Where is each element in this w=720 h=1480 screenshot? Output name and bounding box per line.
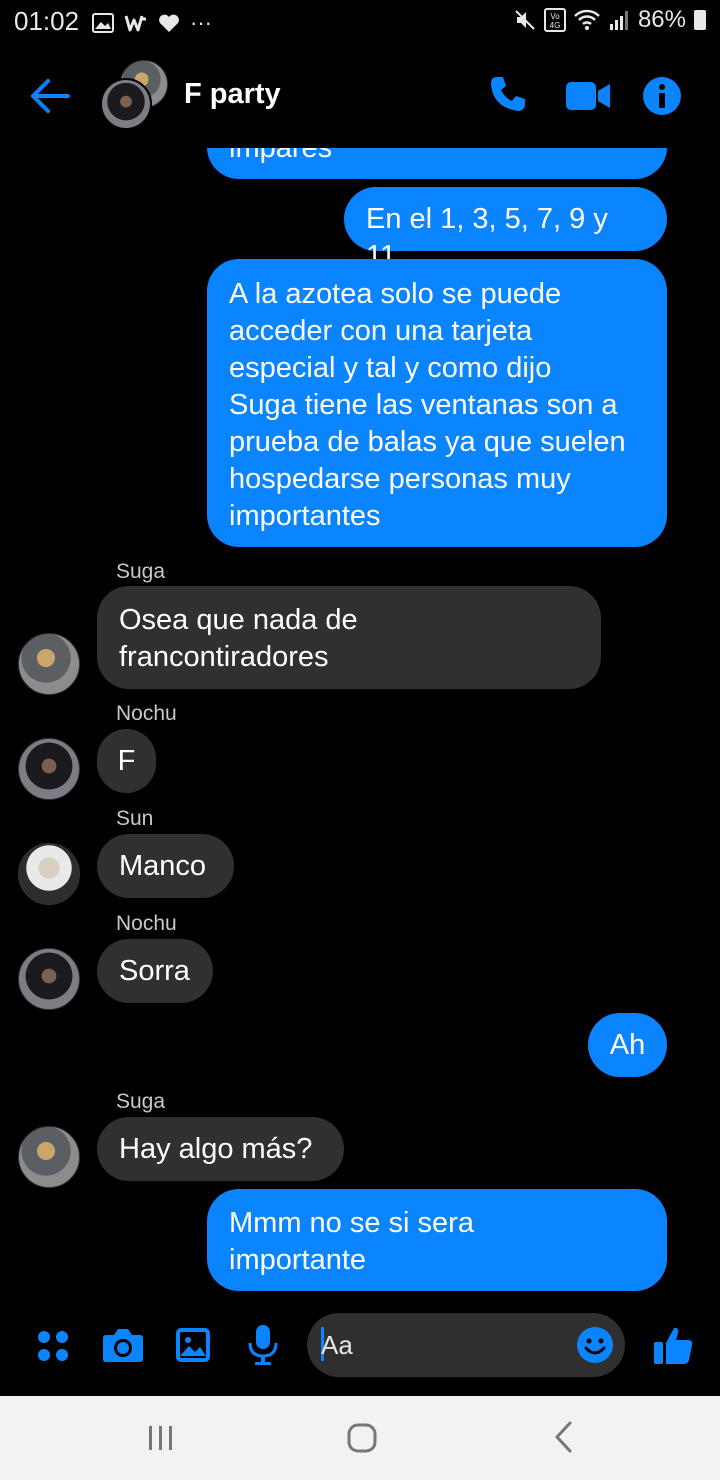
message-bubble[interactable]: En el 1, 3, 5, 7, 9 y 11 [344, 187, 667, 272]
emoji-icon[interactable] [576, 1326, 614, 1364]
sender-name: Suga [116, 560, 166, 583]
home-icon[interactable] [346, 1422, 378, 1454]
sender-name: Nochu [116, 702, 177, 725]
sender-avatar[interactable] [18, 1126, 80, 1188]
sender-avatar[interactable] [18, 738, 80, 800]
message-list: impares En el 1, 3, 5, 7, 9 y 11 A la az… [0, 0, 720, 1300]
like-icon[interactable] [652, 1324, 694, 1366]
message-composer: Aa [0, 1300, 720, 1395]
back-icon[interactable] [552, 1420, 576, 1454]
message-bubble[interactable]: Osea que nada de francontiradores [97, 586, 601, 689]
sender-name: Nochu [116, 912, 177, 935]
video-call-icon[interactable] [565, 80, 611, 112]
sender-name: Sun [116, 807, 154, 830]
message-bubble[interactable]: Mmm no se si sera importante [207, 1189, 667, 1291]
message-bubble[interactable]: F [97, 729, 156, 793]
sender-avatar[interactable] [18, 633, 80, 695]
chat-title[interactable]: F party [184, 78, 281, 111]
message-bubble[interactable]: Ah [588, 1013, 667, 1077]
group-avatar-front [100, 78, 152, 130]
gallery-icon[interactable] [175, 1327, 211, 1363]
microphone-icon[interactable] [247, 1324, 279, 1366]
group-avatar[interactable] [100, 60, 170, 130]
message-bubble[interactable]: Hay algo más? [97, 1117, 344, 1181]
info-icon[interactable] [642, 76, 682, 116]
sender-name: Suga [116, 1090, 166, 1113]
sender-avatar[interactable] [18, 948, 80, 1010]
apps-icon[interactable] [36, 1329, 70, 1363]
chat-header: F party [0, 50, 720, 148]
recent-apps-icon[interactable] [146, 1424, 176, 1452]
message-bubble[interactable]: Manco [97, 834, 234, 898]
phone-call-icon[interactable] [488, 74, 528, 114]
sender-avatar[interactable] [18, 843, 80, 905]
message-bubble[interactable]: A la azotea solo se puede acceder con un… [207, 259, 667, 547]
message-bubble[interactable]: Sorra [97, 939, 213, 1003]
message-input[interactable]: Aa [307, 1313, 625, 1377]
system-nav-bar [0, 1396, 720, 1480]
message-input-placeholder: Aa [321, 1330, 353, 1360]
camera-icon[interactable] [102, 1327, 144, 1363]
back-arrow-icon[interactable] [28, 78, 70, 114]
